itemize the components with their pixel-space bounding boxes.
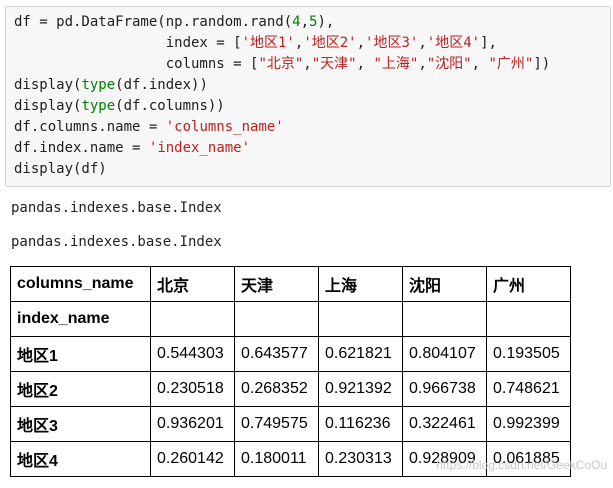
code-token: ,	[356, 56, 374, 72]
table-cell: 0.804107	[402, 336, 487, 372]
row-label: 地区1	[10, 336, 151, 372]
code-token: 'columns_name'	[165, 119, 284, 135]
code-token: ,	[356, 35, 366, 51]
columns-name-header: columns_name	[10, 266, 151, 302]
empty-header-cell	[150, 301, 235, 337]
watermark-text: https://blog.csdn.net/GeekCoOu	[436, 458, 607, 472]
code-token: ,	[303, 56, 312, 72]
code-token: '地区2'	[303, 35, 357, 51]
empty-header-cell	[234, 301, 319, 337]
code-token: index = [	[14, 35, 242, 51]
code-token: ),	[317, 14, 335, 30]
code-token: display(	[14, 98, 82, 114]
code-token: ],	[480, 35, 497, 51]
code-token: "北京"	[258, 56, 304, 72]
table-cell: 0.193505	[486, 336, 571, 372]
code-token: df.columns.name	[14, 119, 149, 135]
code-token: df.index.name	[14, 140, 133, 156]
table-cell: 0.268352	[234, 371, 319, 407]
code-token: (df.columns))	[115, 98, 225, 114]
column-header: 北京	[150, 266, 235, 302]
dataframe-table: columns_name 北京 天津 上海 沈阳 广州 index_name 地…	[10, 266, 571, 477]
table-cell: 0.180011	[234, 441, 319, 477]
table-cell: 0.966738	[402, 371, 487, 407]
table-header-row: columns_name 北京 天津 上海 沈阳 广州	[10, 266, 571, 302]
code-token: ,	[418, 35, 427, 51]
row-label: 地区3	[10, 406, 151, 442]
column-header: 沈阳	[402, 266, 487, 302]
table-cell: 0.921392	[318, 371, 403, 407]
code-token: df = pd.DataFrame(np.random.rand(	[14, 14, 293, 30]
table-cell: 0.230518	[150, 371, 235, 407]
code-line: df = pd.DataFrame(np.random.rand(4,5),	[14, 12, 550, 33]
code-token: "广州"	[488, 56, 534, 72]
table-cell: 0.116236	[318, 406, 403, 442]
code-token: ,	[418, 56, 427, 72]
code-token: "天津"	[311, 56, 357, 72]
code-token: ,	[300, 14, 310, 30]
code-line: df.columns.name = 'columns_name'	[14, 117, 550, 138]
table-cell: 0.230313	[318, 441, 403, 477]
column-header: 天津	[234, 266, 319, 302]
table-cell: 0.992399	[486, 406, 571, 442]
code-line: display(type(df.index))	[14, 75, 550, 96]
code-token: '地区1'	[241, 35, 295, 51]
column-header: 广州	[486, 266, 571, 302]
table-cell: 0.643577	[234, 336, 319, 372]
column-header: 上海	[318, 266, 403, 302]
code-token: columns = [	[14, 56, 259, 72]
row-label: 地区4	[10, 441, 151, 477]
code-token: 4	[292, 14, 301, 30]
index-name-row: index_name	[10, 301, 571, 337]
table-cell: 0.936201	[150, 406, 235, 442]
code-token: display(	[14, 77, 82, 93]
table-cell: 0.748621	[486, 371, 571, 407]
output-type-index: pandas.indexes.base.Index	[11, 200, 222, 216]
code-line: df.index.name = 'index_name'	[14, 138, 550, 159]
table-cell: 0.322461	[402, 406, 487, 442]
code-line: display(type(df.columns))	[14, 96, 550, 117]
table-cell: 0.621821	[318, 336, 403, 372]
table-cell: 0.260142	[150, 441, 235, 477]
code-token: ,	[471, 56, 489, 72]
code-token: "上海"	[373, 56, 419, 72]
empty-header-cell	[402, 301, 487, 337]
code-token: 'index_name'	[148, 140, 251, 156]
code-token: (df.index))	[115, 77, 208, 93]
empty-header-cell	[486, 301, 571, 337]
code-line: display(df)	[14, 159, 550, 180]
code-token: display(df)	[14, 161, 107, 177]
table-row: 地区2 0.230518 0.268352 0.921392 0.966738 …	[10, 371, 571, 407]
code-token: '地区3'	[365, 35, 419, 51]
table-row: 地区1 0.544303 0.643577 0.621821 0.804107 …	[10, 336, 571, 372]
code-line: columns = ["北京","天津", "上海","沈阳", "广州"])	[14, 54, 550, 75]
code-line: index = ['地区1','地区2','地区3','地区4'],	[14, 33, 550, 54]
code-token: "沈阳"	[426, 56, 472, 72]
code-editor[interactable]: df = pd.DataFrame(np.random.rand(4,5), i…	[14, 12, 550, 180]
index-name-header: index_name	[10, 301, 151, 337]
code-token: ])	[533, 56, 551, 72]
code-token: type	[81, 77, 116, 93]
table-cell: 0.749575	[234, 406, 319, 442]
output-type-columns: pandas.indexes.base.Index	[11, 234, 222, 250]
code-token: '地区4'	[426, 35, 481, 51]
table-cell: 0.544303	[150, 336, 235, 372]
table-row: 地区3 0.936201 0.749575 0.116236 0.322461 …	[10, 406, 571, 442]
empty-header-cell	[318, 301, 403, 337]
code-cell[interactable]: df = pd.DataFrame(np.random.rand(4,5), i…	[5, 6, 611, 187]
row-label: 地区2	[10, 371, 151, 407]
code-token: type	[81, 98, 116, 114]
